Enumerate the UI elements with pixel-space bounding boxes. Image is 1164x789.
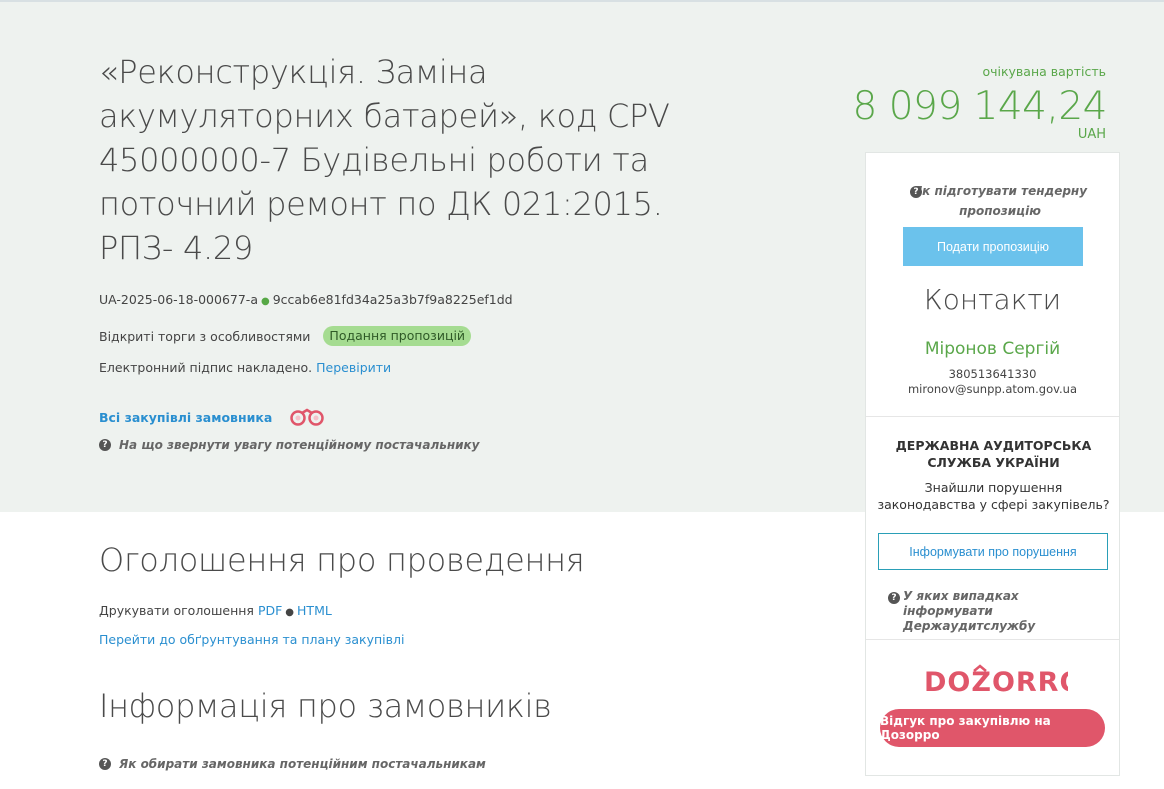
question-icon: ?: [99, 439, 111, 451]
procedure-row: Відкриті торги з особливостями Подання п…: [99, 326, 472, 346]
page-title: «Реконструкція. Заміна акумуляторних бат…: [99, 53, 670, 267]
question-icon: ?: [910, 186, 922, 198]
contact-email: mironov@sunpp.atom.gov.ua: [907, 382, 1078, 396]
hint-customer[interactable]: ? Як обирати замовника потенційним поста…: [99, 757, 486, 771]
prepare-hint-text: Як підготувати тендерну пропозицію: [912, 184, 1088, 218]
dozorro-logo-text: DOZORRO: [924, 667, 1068, 697]
question-icon: ?: [99, 758, 111, 770]
tender-id-row: UA-2025-06-18-000677-a ● 9ccab6e81fd34a25a…: [99, 292, 513, 307]
hint-customer-text: Як обирати замовника потенційним постача…: [119, 757, 486, 771]
audit-title: ДЕРЖАВНА АУДИТОРСЬКА СЛУЖБА УКРАЇНИ: [895, 438, 1092, 470]
status-badge: Подання пропозицій: [323, 326, 472, 346]
print-pdf-link[interactable]: PDF: [258, 603, 282, 618]
tender-id: UA-2025-06-18-000677-a: [99, 292, 258, 307]
all-purchases-link[interactable]: Всі закупівлі замовника: [99, 410, 272, 425]
prepare-hint[interactable]: ? Як підготувати тендерну пропозицію: [910, 181, 1090, 221]
dozorro-logo: DOZORRO: [866, 661, 1119, 697]
hint-supplier-text: На що звернути увагу потенційному постач…: [119, 438, 480, 452]
print-label: Друкувати оголошення: [99, 603, 254, 618]
announcement-heading: Оголошення про проведення: [99, 541, 585, 579]
contact-name: Міронов Сергій: [924, 339, 1061, 359]
value-currency: UAH: [1077, 127, 1106, 142]
verify-signature-link[interactable]: Перевірити: [316, 360, 391, 375]
divider: [866, 639, 1119, 640]
signature-row: Електронний підпис накладено. Перевірити: [99, 360, 391, 375]
dot-separator: ●: [260, 296, 270, 307]
tender-hash: 9ccab6e81fd34a25a3b7f9a8225ef1dd: [272, 292, 513, 307]
print-html-link[interactable]: HTML: [297, 603, 332, 618]
contacts-title: Контакти: [923, 283, 1062, 316]
customers-heading: Інформація про замовників: [99, 687, 552, 725]
divider: [866, 416, 1119, 417]
contact-phone: 380513641330: [948, 367, 1037, 381]
dozorro-review-button[interactable]: Відгук про закупівлю на Дозорро: [880, 709, 1105, 747]
hint-supplier[interactable]: ? На що звернути увагу потенційному пост…: [99, 438, 480, 452]
audit-text: Знайшли порушення законодавства у сфері …: [877, 480, 1110, 512]
audit-hint-text: У яких випадках інформувати Держаудитслу…: [903, 589, 1036, 633]
signature-text: Електронний підпис накладено.: [99, 360, 313, 375]
binoculars-icon[interactable]: [288, 405, 326, 430]
value-amount: 8 099 144,24: [852, 84, 1107, 129]
sidebar: ? Як підготувати тендерну пропозицію Под…: [865, 152, 1120, 776]
audit-hint[interactable]: ? У яких випадках інформувати Держаудитс…: [888, 589, 1108, 634]
print-row: Друкувати оголошення PDF ● HTML: [99, 603, 332, 618]
plan-link[interactable]: Перейти до обґрунтування та плану закупі…: [99, 632, 404, 647]
dot-separator: ●: [285, 607, 295, 618]
report-violation-button[interactable]: Інформувати про порушення: [878, 533, 1108, 570]
all-purchases-row: Всі закупівлі замовника: [99, 405, 326, 430]
submit-proposal-button[interactable]: Подати пропозицію: [903, 227, 1083, 266]
value-label: очікувана вартість: [982, 64, 1106, 79]
procedure-type: Відкриті торги з особливостями: [99, 328, 311, 344]
question-icon: ?: [888, 592, 900, 604]
